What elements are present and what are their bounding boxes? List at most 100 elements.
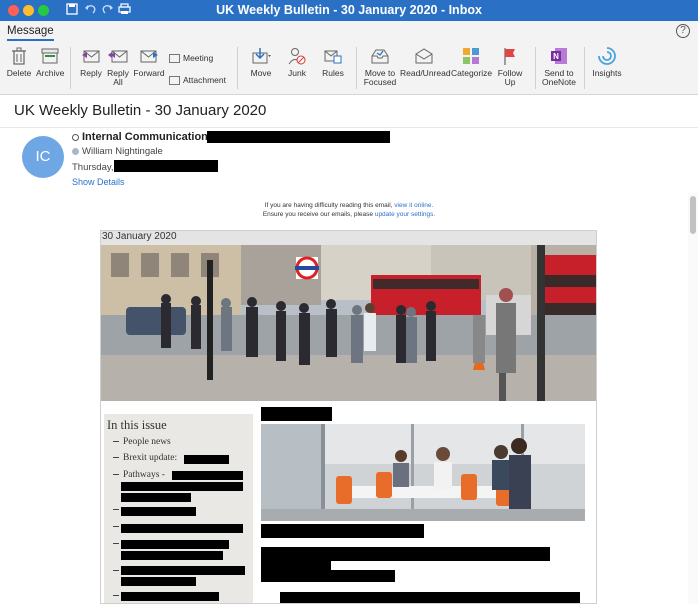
insights-button[interactable]: Insights [590,46,624,78]
redacted-toc-text [184,455,229,464]
meeting-label: Meeting [183,53,214,63]
redacted-toc-text [121,592,219,601]
presence-icon [72,134,79,141]
notice-line2-text: Ensure you receive our emails, please [262,211,375,218]
forward-label: Forward [133,68,165,78]
toc-item-label: Pathways - [123,470,165,480]
focused-inbox-icon [371,49,389,64]
categorize-icon [463,48,479,64]
reply-all-icon [108,50,128,63]
toc-item-brexit-update[interactable]: Brexit update: [113,453,177,463]
reply-all-button[interactable]: Reply All [106,46,130,87]
attachment-button[interactable]: Attachment [169,75,226,86]
send-to-onenote-button[interactable]: N Send to OneNote [541,46,577,87]
london-street-photo [101,245,596,401]
recipient-presence-icon [72,148,79,155]
flag-icon [504,48,515,65]
title-bar: UK Weekly Bulletin - 30 January 2020 - I… [0,0,698,21]
read-unread-button[interactable]: Read/Unread [400,46,451,78]
categorize-label: Categorize [451,68,493,78]
update-settings-link[interactable]: update your settings. [375,211,435,218]
archive-icon [41,48,59,64]
read-unread-icon [415,48,433,64]
show-details-link[interactable]: Show Details [72,177,125,187]
rules-button[interactable]: Rules [318,46,348,78]
recipient-name[interactable]: William Nightingale [82,146,163,157]
toc-item-label: Brexit update: [123,453,178,463]
toc-item-pathways[interactable]: Pathways - [113,470,165,480]
junk-button[interactable]: Junk [282,46,312,78]
onenote-icon: N [551,48,567,64]
read-unread-label: Read/Unread [400,68,451,78]
junk-label: Junk [288,68,306,78]
insights-label: Insights [592,68,622,78]
redacted-toc-text [121,566,245,575]
move-icon [252,48,271,64]
attachment-icon [169,76,180,86]
move-focused-label-2: Focused [363,77,397,87]
email-subject: UK Weekly Bulletin - 30 January 2020 [14,102,267,119]
separator [70,47,71,89]
redacted-article-text [280,592,580,603]
ribbon-tabs: Message ? [0,21,698,43]
meeting-button[interactable]: Meeting [169,53,214,64]
tab-message[interactable]: Message [7,25,54,41]
redacted-article-text [261,547,550,561]
trash-icon [12,47,26,65]
redacted-article-caption [261,524,424,538]
archive-button[interactable]: Archive [36,46,64,78]
separator [237,47,238,89]
window-title: UK Weekly Bulletin - 30 January 2020 - I… [216,3,482,17]
toc-title: In this issue [107,418,167,432]
separator [584,47,585,89]
delete-button[interactable]: Delete [6,46,32,78]
toc-item-label: People news [123,437,171,447]
categorize-button[interactable]: Categorize [451,46,493,78]
calendar-icon [169,54,180,64]
delete-label: Delete [6,68,32,78]
ribbon-toolbar: Delete Archive Reply Reply All Forward M… [0,43,698,95]
notice-line1-text: If you are having difficulty reading thi… [264,202,395,209]
reply-icon [82,50,100,63]
redacted-toc-text [121,551,223,560]
follow-up-button[interactable]: Follow Up [494,46,526,87]
redacted-article-heading [261,407,332,421]
table-of-contents: In this issue People news Brexit update:… [104,414,253,603]
email-date: Thursday, [72,162,114,173]
separator [356,47,357,89]
view-online-notice: If you are having difficulty reading thi… [0,202,698,209]
redacted-article-text [261,570,395,582]
rules-icon [324,50,342,64]
forward-icon [140,50,158,63]
newsletter-body: 30 January 2020 In this issue People new… [100,230,597,604]
reply-all-label-2: All [113,77,123,87]
sender-name[interactable]: Internal Communications [82,131,214,143]
follow-up-label-2: Up [504,77,516,87]
redacted-toc-text [172,471,243,480]
separator [535,47,536,89]
move-to-focused-button[interactable]: Move to Focused [362,46,398,87]
view-online-link[interactable]: view it online. [394,202,433,209]
archive-label: Archive [36,68,65,78]
office-meeting-photo [261,424,585,521]
redacted-sender-address [207,131,390,143]
insights-icon [597,46,616,65]
redacted-toc-text [121,482,243,491]
move-button[interactable]: Move [247,46,275,78]
reply-button[interactable]: Reply [78,46,104,78]
redacted-toc-text [121,524,243,533]
toc-item-people-news[interactable]: People news [113,437,171,447]
redacted-toc-text [121,540,229,549]
forward-button[interactable]: Forward [133,46,165,78]
move-label: Move [250,68,272,78]
junk-icon [288,48,306,65]
divider [0,127,698,128]
newsletter-date: 30 January 2020 [101,231,596,245]
help-icon[interactable]: ? [676,24,690,38]
redacted-toc-text [121,577,196,586]
onenote-label-2: OneNote [541,77,577,87]
avatar[interactable]: IC [22,136,64,178]
scrollbar[interactable] [688,193,698,604]
redacted-date [114,160,218,172]
rules-label: Rules [322,68,344,78]
